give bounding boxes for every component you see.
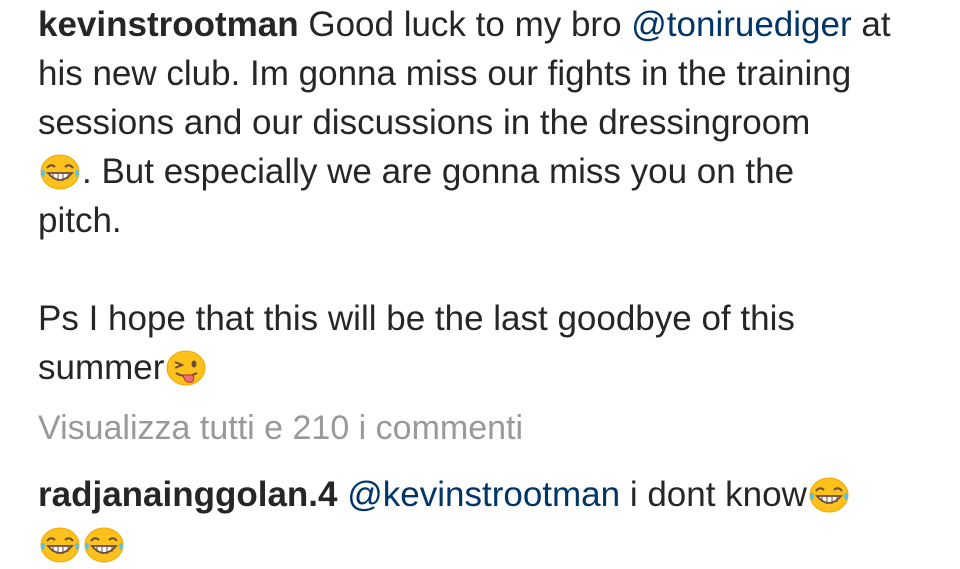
view-all-comments-link[interactable]: Visualizza tutti e 210 i commenti	[38, 406, 523, 450]
tears-of-joy-emoji-icon	[84, 527, 124, 563]
caption-mention[interactable]: @toniruediger	[631, 5, 851, 44]
comment-item: radjanainggolan.4 @kevinstrootman i dont…	[38, 470, 938, 569]
comment-line-2	[38, 520, 938, 569]
tears-of-joy-emoji-icon	[40, 527, 80, 563]
post-caption: kevinstrootman Good luck to my bro @toni…	[38, 0, 938, 392]
tears-of-joy-emoji-icon	[809, 477, 849, 513]
comment-text: i dont know	[620, 475, 807, 514]
post-comments-panel: kevinstrootman Good luck to my bro @toni…	[0, 0, 960, 569]
caption-line-3: sessions and our discussions in the dres…	[38, 103, 811, 142]
winking-tongue-emoji-icon	[166, 350, 206, 386]
caption-line-5: pitch.	[38, 201, 122, 240]
tears-of-joy-emoji-icon	[40, 154, 80, 190]
caption-line-2: his new club. Im gonna miss our fights i…	[38, 54, 852, 93]
caption-username[interactable]: kevinstrootman	[38, 5, 299, 44]
caption-line-1: kevinstrootman Good luck to my bro @toni…	[38, 0, 938, 49]
caption-text-1: Good luck to my bro	[298, 5, 632, 44]
caption-line-7: summer	[38, 343, 938, 392]
caption-text-7: summer	[38, 348, 165, 387]
caption-text-4: . But especially we are gonna miss you o…	[82, 152, 795, 191]
comment-line-1: radjanainggolan.4 @kevinstrootman i dont…	[38, 470, 938, 520]
caption-line-4: . But especially we are gonna miss you o…	[38, 147, 938, 196]
comment-username[interactable]: radjanainggolan.4	[38, 475, 338, 514]
caption-text-1-after: at	[851, 5, 891, 44]
caption-line-6: Ps I hope that this will be the last goo…	[38, 299, 795, 338]
comment-mention[interactable]: @kevinstrootman	[347, 475, 620, 514]
